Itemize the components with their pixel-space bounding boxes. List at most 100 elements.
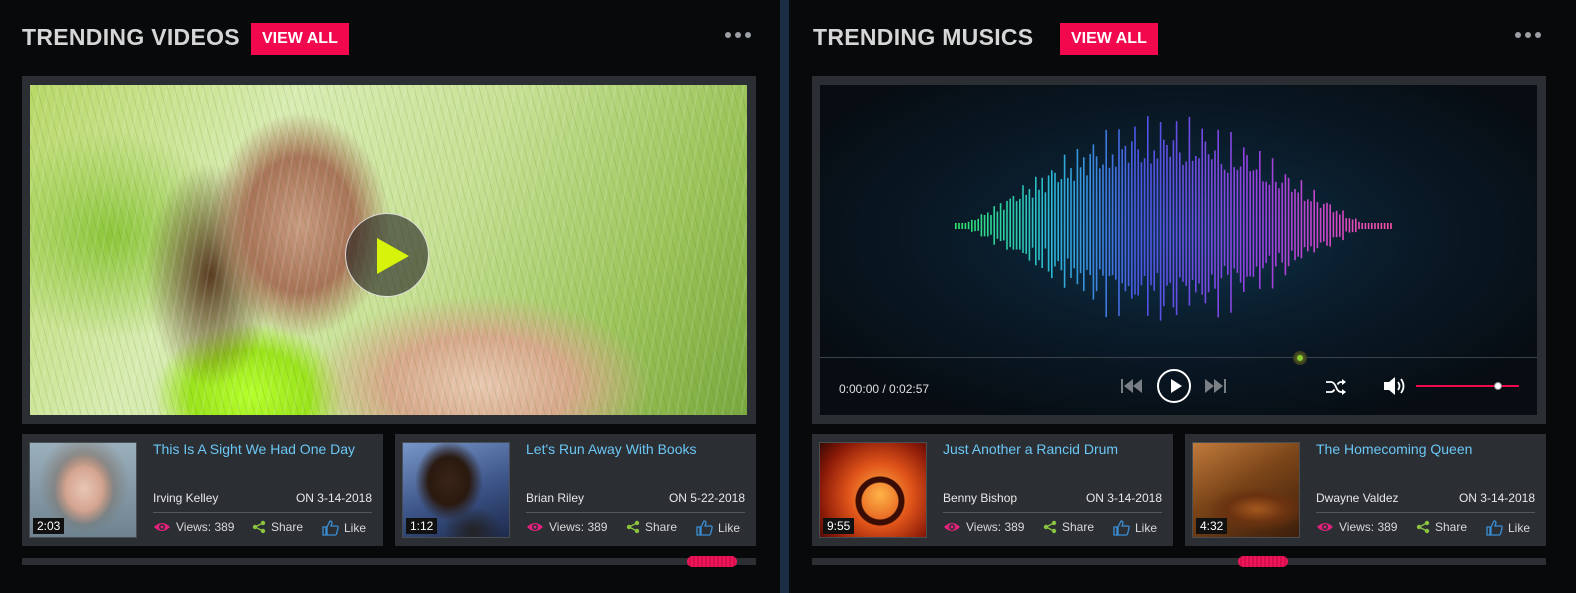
waveform-bar: [993, 206, 995, 245]
music-title-link[interactable]: The Homecoming Queen: [1316, 441, 1472, 457]
music-player: 0:00:00 / 0:02:57: [812, 76, 1546, 424]
like-button[interactable]: Like: [1486, 520, 1530, 536]
waveform-bar: [1217, 129, 1219, 318]
music-section-title: TRENDING MUSICS: [813, 24, 1034, 50]
waveform-bar: [1095, 156, 1098, 292]
publish-date: ON 3-14-2018: [295, 491, 372, 505]
divider: [526, 512, 745, 513]
waveform-bar: [1345, 218, 1347, 232]
like-button[interactable]: Like: [1113, 520, 1157, 536]
waveform-bar: [1143, 158, 1146, 277]
waveform-bar: [1377, 223, 1379, 229]
duration-badge: 1:12: [406, 518, 438, 534]
waveform-bar: [1284, 174, 1287, 276]
waveform-bar: [987, 212, 989, 237]
video-title-link[interactable]: This Is A Sight We Had One Day: [153, 441, 355, 457]
share-label: Share: [1435, 520, 1468, 534]
waveform-bar: [1041, 177, 1043, 268]
music-view-all-button[interactable]: VIEW ALL: [1060, 23, 1158, 55]
volume-icon[interactable]: [1382, 375, 1408, 397]
waveform-bar: [1044, 192, 1047, 249]
progress-handle[interactable]: [1293, 351, 1308, 365]
waveform-bar: [1067, 177, 1069, 259]
waveform-bar: [1287, 177, 1290, 267]
waveform-bar: [1111, 154, 1114, 276]
waveform-bar: [1326, 202, 1328, 246]
waveform-bar: [1150, 163, 1152, 286]
skip-back-icon[interactable]: [1120, 377, 1144, 395]
videos-section-title: TRENDING VIDEOS: [22, 24, 240, 50]
videos-view-all-button[interactable]: VIEW ALL: [251, 23, 349, 55]
play-pause-button[interactable]: [1157, 369, 1191, 403]
skip-forward-icon[interactable]: [1203, 377, 1227, 395]
videos-scrollbar[interactable]: [22, 558, 756, 565]
waveform-bar: [1073, 180, 1075, 269]
waveform-bar: [1303, 200, 1306, 248]
views-stat: Views: 389: [153, 520, 234, 534]
music-card: 9:55 Just Another a Rancid Drum Benny Bi…: [812, 434, 1173, 546]
like-button[interactable]: Like: [322, 520, 366, 536]
shuffle-icon[interactable]: [1325, 378, 1347, 396]
waveform-bar: [1172, 140, 1175, 308]
waveform-bar: [1278, 188, 1280, 253]
like-button[interactable]: Like: [696, 520, 740, 536]
share-button[interactable]: Share: [626, 520, 677, 534]
videos-scroll-thumb[interactable]: [687, 556, 737, 567]
audio-visualizer: 0:00:00 / 0:02:57: [820, 85, 1537, 415]
waveform-bar: [1387, 223, 1389, 229]
waveform-bar: [1099, 168, 1101, 270]
music-title-link[interactable]: Just Another a Rancid Drum: [943, 441, 1118, 457]
waveform-bar: [1028, 189, 1031, 261]
views-count: Views: 389: [176, 520, 235, 534]
videos-more-icon[interactable]: [725, 32, 751, 38]
waveform-bar: [1329, 204, 1331, 247]
waveform-bar: [1015, 201, 1018, 250]
waveform-bar: [1307, 199, 1309, 252]
waveform-bar: [1262, 181, 1264, 269]
waveform-bar: [1367, 223, 1370, 229]
video-thumbnail[interactable]: 1:12: [402, 442, 510, 538]
waveform-bar: [1339, 214, 1341, 237]
waveform-bar: [967, 221, 970, 230]
waveform-bar: [1009, 198, 1011, 248]
music-thumbnail[interactable]: 4:32: [1192, 442, 1300, 538]
waveform-bar: [1265, 181, 1267, 263]
music-scroll-thumb[interactable]: [1238, 556, 1288, 567]
waveform-bar: [1294, 189, 1296, 261]
waveform-bar: [1086, 175, 1088, 270]
volume-handle[interactable]: [1494, 382, 1503, 390]
share-button[interactable]: Share: [1043, 520, 1094, 534]
waveform-bar: [1198, 158, 1200, 284]
waveform-bar: [1355, 218, 1357, 233]
video-title-link[interactable]: Let's Run Away With Books: [526, 441, 697, 457]
music-more-icon[interactable]: [1515, 32, 1541, 38]
share-button[interactable]: Share: [1416, 520, 1467, 534]
waveform-bar: [1156, 158, 1159, 273]
like-label: Like: [718, 521, 741, 535]
volume-slider[interactable]: [1416, 385, 1519, 387]
views-stat: Views: 389: [943, 520, 1024, 534]
share-button[interactable]: Share: [252, 520, 303, 534]
views-stat: Views: 389: [526, 520, 607, 534]
eye-icon: [154, 523, 170, 531]
waveform-bar: [1092, 144, 1095, 300]
share-icon: [626, 520, 640, 534]
play-icon[interactable]: [345, 213, 429, 297]
author-name: Dwayne Valdez: [1316, 491, 1399, 505]
waveform-bar: [1233, 167, 1235, 269]
video-thumbnail[interactable]: 2:03: [29, 442, 137, 538]
author-name: Benny Bishop: [943, 491, 1018, 505]
waveform-bar: [1316, 202, 1319, 249]
music-thumbnail[interactable]: 9:55: [819, 442, 927, 538]
waveform-bar: [955, 223, 957, 229]
progress-track[interactable]: [820, 357, 1537, 358]
music-scrollbar[interactable]: [812, 558, 1546, 565]
featured-video[interactable]: [30, 85, 747, 415]
duration-badge: 4:32: [1196, 518, 1228, 534]
waveform-bar: [990, 215, 992, 235]
waveform-bar: [1051, 170, 1053, 279]
waveform-bar: [1089, 153, 1091, 275]
duration-badge: 2:03: [33, 518, 65, 534]
waveform-bar: [1361, 223, 1363, 229]
waveform-bar: [1319, 207, 1322, 243]
